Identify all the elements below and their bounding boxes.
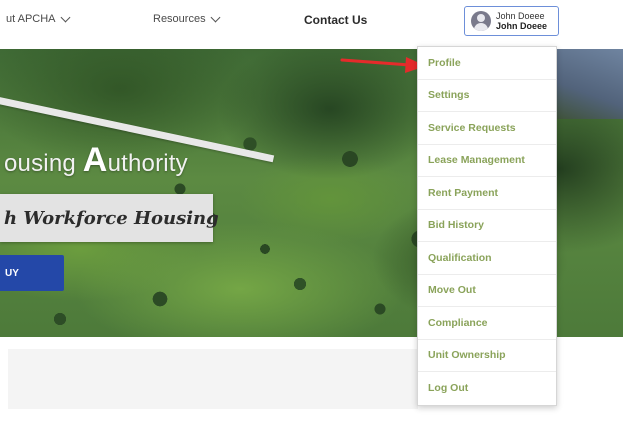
menu-item-bid-history[interactable]: Bid History (418, 210, 556, 242)
nav-contact-label: Contact Us (304, 13, 368, 27)
menu-item-log-out[interactable]: Log Out (418, 372, 556, 405)
lower-content-band (8, 349, 418, 409)
nav-resources[interactable]: Resources (153, 12, 221, 25)
hero-cta-label: UY (5, 267, 19, 279)
menu-item-settings[interactable]: Settings (418, 80, 556, 112)
menu-item-lease-management[interactable]: Lease Management (418, 145, 556, 177)
hero-subtitle-text: h Workforce Housing (4, 207, 219, 229)
menu-item-rent-payment[interactable]: Rent Payment (418, 177, 556, 210)
menu-item-move-out[interactable]: Move Out (418, 275, 556, 307)
user-dropdown-menu: Profile Settings Service Requests Lease … (417, 46, 557, 406)
user-avatar-icon (471, 11, 491, 31)
chevron-down-icon (60, 12, 70, 22)
menu-item-compliance[interactable]: Compliance (418, 307, 556, 340)
hero-title: ousing Authority (4, 141, 188, 180)
hero-title-post: uthority (107, 150, 188, 177)
nav-about-apcha[interactable]: ut APCHA (6, 12, 70, 25)
top-nav: ut APCHA Resources Contact Us John Doeee… (0, 0, 623, 44)
chevron-down-icon (210, 12, 221, 22)
menu-item-service-requests[interactable]: Service Requests (418, 112, 556, 145)
user-names: John Doeee John Doeee (496, 11, 547, 31)
nav-about-label: ut APCHA (6, 13, 56, 25)
nav-resources-label: Resources (153, 13, 206, 25)
menu-item-qualification[interactable]: Qualification (418, 242, 556, 275)
hero-cta-button[interactable]: UY (0, 255, 64, 291)
user-name-line1: John Doeee (496, 11, 545, 21)
user-name-line2: John Doeee (496, 21, 548, 31)
menu-item-unit-ownership[interactable]: Unit Ownership (418, 340, 556, 372)
menu-item-profile[interactable]: Profile (418, 47, 556, 80)
hero-title-pre: ousing (4, 150, 83, 177)
hero-subtitle-banner: h Workforce Housing (0, 194, 219, 242)
mountain-backdrop (553, 49, 623, 119)
user-menu-button[interactable]: John Doeee John Doeee (464, 6, 559, 36)
hero-title-big-a: A (82, 141, 108, 179)
nav-contact-us[interactable]: Contact Us (304, 13, 367, 27)
